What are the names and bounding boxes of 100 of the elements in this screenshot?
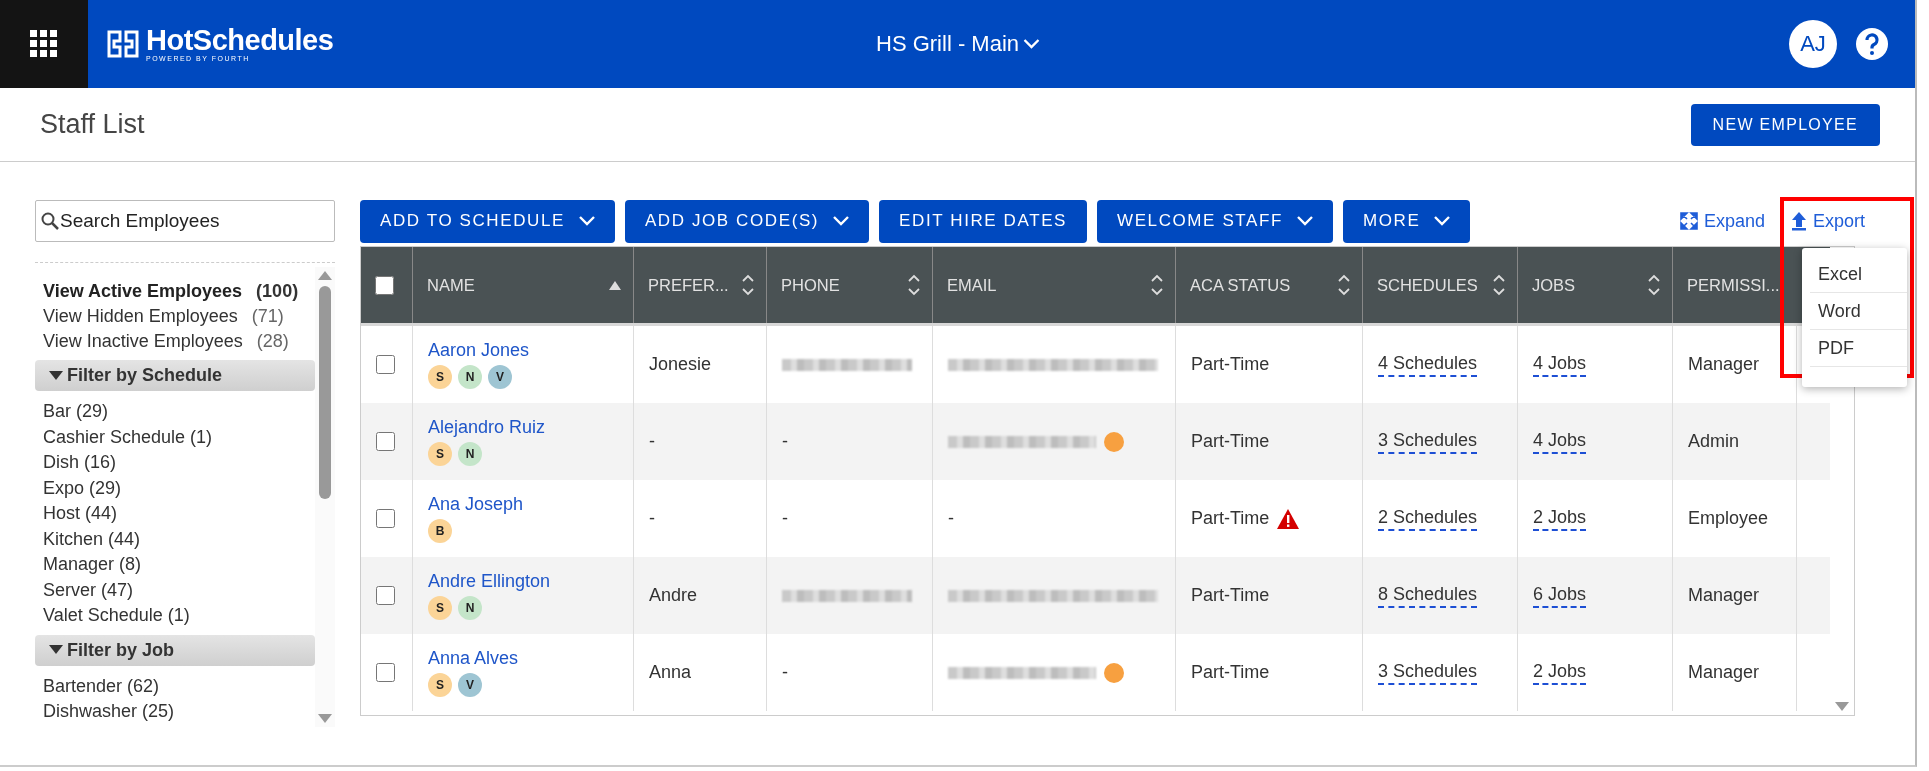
- upload-icon: [1790, 211, 1807, 231]
- filter-item[interactable]: Dishwasher (25): [35, 699, 315, 725]
- column-header[interactable]: NAME: [413, 247, 634, 323]
- schedule-badge: V: [488, 365, 512, 389]
- view-filter-item[interactable]: View Hidden Employees (71): [35, 304, 315, 329]
- table-cell: Manager: [1688, 662, 1760, 683]
- search-field[interactable]: Search Employees: [35, 200, 335, 242]
- table-cell: -: [782, 508, 788, 529]
- schedule-badge: S: [428, 596, 452, 620]
- table-cell: Andre: [649, 585, 698, 606]
- scroll-down-icon[interactable]: [1835, 702, 1849, 711]
- employee-name-link[interactable]: Anna Alves: [428, 648, 519, 669]
- schedules-link[interactable]: 8 Schedules: [1378, 583, 1478, 608]
- column-header[interactable]: PREFER...: [634, 247, 767, 323]
- filter-item[interactable]: Valet Schedule (1): [35, 603, 315, 629]
- row-checkbox[interactable]: [376, 586, 395, 605]
- app-launcher-button[interactable]: [0, 0, 88, 88]
- table-cell: Manager: [1688, 585, 1760, 606]
- filter-item[interactable]: Bartender (62): [35, 673, 315, 699]
- filter-item[interactable]: Bar (29): [35, 399, 315, 425]
- column-header[interactable]: SCHEDULES: [1363, 247, 1518, 323]
- toolbar-button[interactable]: WELCOME STAFF: [1097, 199, 1333, 243]
- search-icon: [41, 212, 59, 230]
- table-cell: Manager: [1688, 354, 1760, 375]
- table-cell: Jonesie: [649, 354, 712, 375]
- column-header[interactable]: JOBS: [1518, 247, 1673, 323]
- table-cell: Part-Time: [1191, 662, 1270, 683]
- schedule-badge: N: [458, 596, 482, 620]
- export-menu-item[interactable]: Word: [1810, 293, 1907, 330]
- schedules-link[interactable]: 3 Schedules: [1378, 429, 1478, 454]
- schedule-badge: B: [428, 519, 452, 543]
- scroll-down-icon[interactable]: [318, 714, 332, 723]
- schedules-link[interactable]: 4 Schedules: [1378, 352, 1478, 377]
- export-menu-item[interactable]: PDF: [1810, 330, 1907, 367]
- toolbar-button[interactable]: ADD TO SCHEDULE: [360, 199, 615, 243]
- schedules-link[interactable]: 2 Schedules: [1378, 506, 1478, 531]
- select-all-checkbox[interactable]: [375, 275, 394, 295]
- table-cell: Part-Time: [1191, 354, 1270, 375]
- grid-icon: [30, 30, 58, 58]
- schedule-badge: N: [458, 365, 482, 389]
- filter-item[interactable]: Server (47): [35, 577, 315, 603]
- filter-title: Filter by Job: [67, 639, 174, 661]
- location-selector[interactable]: HS Grill - Main: [870, 30, 1045, 58]
- filter-item[interactable]: Kitchen (44): [35, 526, 315, 552]
- filter-header[interactable]: Filter by Job: [35, 634, 315, 666]
- schedules-link[interactable]: 3 Schedules: [1378, 660, 1478, 685]
- table-cell: -: [948, 508, 954, 529]
- toolbar-button[interactable]: EDIT HIRE DATES: [879, 199, 1087, 243]
- table-cell: Part-Time: [1191, 508, 1270, 529]
- schedule-badge: S: [428, 365, 452, 389]
- expand-link[interactable]: Expand: [1679, 210, 1765, 232]
- table-cell: -: [782, 431, 788, 452]
- column-header[interactable]: ACA STATUS: [1176, 247, 1363, 323]
- row-checkbox[interactable]: [376, 355, 395, 374]
- jobs-link[interactable]: 2 Jobs: [1533, 506, 1587, 531]
- jobs-link[interactable]: 2 Jobs: [1533, 660, 1587, 685]
- employee-name-link[interactable]: Alejandro Ruiz: [428, 417, 546, 438]
- user-avatar[interactable]: AJ: [1789, 20, 1837, 68]
- row-checkbox[interactable]: [376, 432, 395, 451]
- scrollbar-thumb[interactable]: [319, 286, 331, 499]
- toolbar-button[interactable]: ADD JOB CODE(S): [624, 199, 870, 243]
- table-cell: -: [649, 508, 655, 529]
- logo-text: HotSchedules: [146, 25, 334, 55]
- filter-title: Filter by Schedule: [67, 365, 223, 386]
- jobs-link[interactable]: 6 Jobs: [1533, 583, 1587, 608]
- jobs-link[interactable]: 4 Jobs: [1533, 352, 1587, 377]
- export-link[interactable]: Export: [1790, 210, 1865, 232]
- table-cell: Part-Time: [1191, 585, 1270, 606]
- column-header[interactable]: PHONE: [767, 247, 933, 323]
- filter-header[interactable]: Filter by Schedule: [35, 360, 315, 391]
- new-employee-button[interactable]: NEW EMPLOYEE: [1690, 103, 1880, 146]
- filter-item[interactable]: Expo (29): [35, 475, 315, 501]
- filter-item[interactable]: Host (44): [35, 501, 315, 527]
- filter-item[interactable]: Cashier Schedule (1): [35, 424, 315, 450]
- page-title: Staff List: [40, 109, 145, 140]
- employee-name-link[interactable]: Aaron Jones: [428, 340, 530, 361]
- column-header[interactable]: PERMISSI...: [1673, 247, 1797, 323]
- help-icon[interactable]: [1855, 27, 1889, 61]
- chevron-down-icon: [1023, 39, 1039, 49]
- jobs-link[interactable]: 4 Jobs: [1533, 429, 1587, 454]
- row-checkbox[interactable]: [376, 663, 395, 682]
- filter-item[interactable]: Dish (16): [35, 450, 315, 476]
- table-cell: Anna: [649, 662, 692, 683]
- schedule-badge: N: [458, 442, 482, 466]
- view-filter-item[interactable]: View Inactive Employees (28): [35, 329, 315, 354]
- scroll-up-icon[interactable]: [318, 271, 332, 280]
- filter-item[interactable]: Manager (8): [35, 552, 315, 578]
- row-checkbox[interactable]: [376, 509, 395, 528]
- employee-name-link[interactable]: Ana Joseph: [428, 494, 524, 515]
- toolbar-button[interactable]: MORE: [1342, 199, 1471, 243]
- expand-icon: [1679, 212, 1698, 230]
- schedule-badge: S: [428, 442, 452, 466]
- schedule-badge: V: [458, 673, 482, 697]
- table-cell: Part-Time: [1191, 431, 1270, 452]
- employee-name-link[interactable]: Andre Ellington: [428, 571, 551, 592]
- view-filter-item[interactable]: View Active Employees (100): [35, 279, 315, 304]
- column-header[interactable]: EMAIL: [933, 247, 1176, 323]
- export-menu-item[interactable]: Excel: [1810, 256, 1907, 293]
- logo-icon: [106, 29, 140, 59]
- table-cell: -: [782, 662, 788, 683]
